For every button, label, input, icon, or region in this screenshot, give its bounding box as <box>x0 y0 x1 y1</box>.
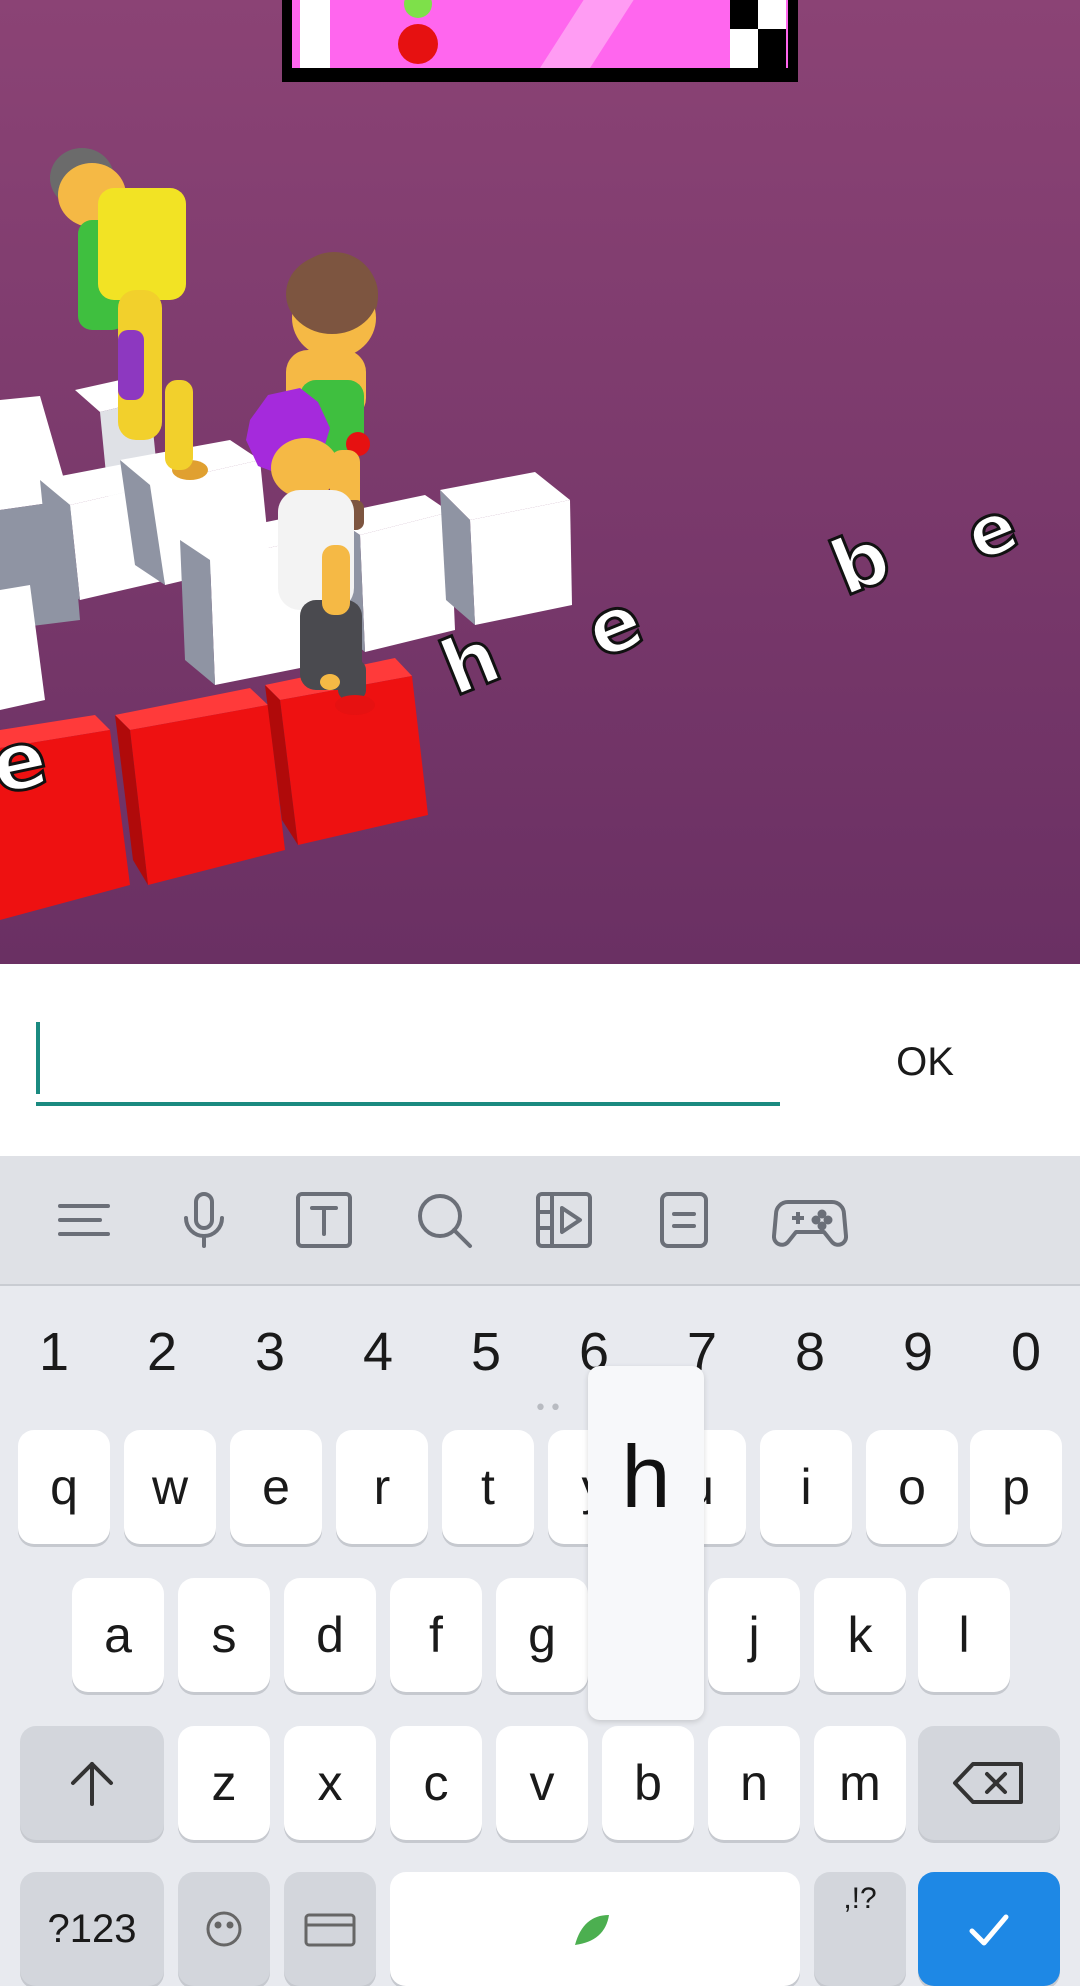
text-cursor <box>36 1022 40 1094</box>
key-v[interactable]: v <box>496 1726 588 1840</box>
key-i[interactable]: i <box>760 1430 852 1544</box>
key-s[interactable]: s <box>178 1578 270 1692</box>
key-q[interactable]: q <box>18 1430 110 1544</box>
key-k[interactable]: k <box>814 1578 906 1692</box>
emoji-key[interactable] <box>178 1872 270 1986</box>
number-key[interactable]: 2 <box>112 1306 212 1398</box>
microphone-icon[interactable] <box>172 1188 236 1252</box>
menu-icon[interactable] <box>52 1188 116 1252</box>
key-x[interactable]: x <box>284 1726 376 1840</box>
answer-input[interactable] <box>36 1018 780 1106</box>
shift-key[interactable] <box>20 1726 164 1840</box>
key-r[interactable]: r <box>336 1430 428 1544</box>
number-key[interactable]: 9 <box>868 1306 968 1398</box>
key-d[interactable]: d <box>284 1578 376 1692</box>
number-key[interactable]: 5 <box>436 1306 536 1398</box>
key-w[interactable]: w <box>124 1430 216 1544</box>
space-key[interactable] <box>390 1872 800 1986</box>
drag-handle: •• <box>534 1396 564 1421</box>
key-g[interactable]: g <box>496 1578 588 1692</box>
number-key[interactable]: 4 <box>328 1306 428 1398</box>
key-t[interactable]: t <box>442 1430 534 1544</box>
key-p[interactable]: p <box>970 1430 1062 1544</box>
key-preview-popup: h <box>588 1366 704 1720</box>
game-canvas: e h e b e <box>0 0 1080 964</box>
key-l[interactable]: l <box>918 1578 1010 1692</box>
key-b[interactable]: b <box>602 1726 694 1840</box>
text-format-icon[interactable] <box>292 1188 356 1252</box>
key-j[interactable]: j <box>708 1578 800 1692</box>
symbols-key[interactable]: ?123 <box>20 1872 164 1986</box>
language-key[interactable] <box>284 1872 376 1986</box>
number-key[interactable]: 8 <box>760 1306 860 1398</box>
media-icon[interactable] <box>532 1188 596 1252</box>
player-progress-marker <box>398 24 438 64</box>
key-a[interactable]: a <box>72 1578 164 1692</box>
ok-button[interactable]: OK <box>880 1032 970 1092</box>
leaf-icon <box>575 1915 609 1945</box>
key-o[interactable]: o <box>866 1430 958 1544</box>
key-c[interactable]: c <box>390 1726 482 1840</box>
enter-key[interactable] <box>918 1872 1060 1986</box>
gamepad-icon[interactable] <box>772 1188 848 1252</box>
game-scene: e h e b e <box>0 0 1080 964</box>
emoji-icon <box>206 1911 242 1947</box>
key-e[interactable]: e <box>230 1430 322 1544</box>
number-key[interactable]: 0 <box>976 1306 1076 1398</box>
key-n[interactable]: n <box>708 1726 800 1840</box>
clipboard-icon[interactable] <box>652 1188 716 1252</box>
checkmark-icon <box>969 1914 1009 1946</box>
keyboard-toolbar <box>0 1156 1080 1286</box>
backspace-key[interactable] <box>918 1726 1060 1840</box>
search-icon[interactable] <box>412 1188 476 1252</box>
soft-keyboard: 1 2 3 4 5 6 7 8 9 0 q w e r t y u i o p … <box>0 1286 1080 1986</box>
backspace-icon <box>953 1762 1023 1804</box>
race-progress-bar <box>282 0 798 82</box>
keyboard-language-icon <box>304 1913 356 1947</box>
shift-arrow-icon <box>71 1762 113 1806</box>
key-m[interactable]: m <box>814 1726 906 1840</box>
number-key[interactable]: 3 <box>220 1306 320 1398</box>
key-f[interactable]: f <box>390 1578 482 1692</box>
number-key[interactable]: 1 <box>4 1306 104 1398</box>
punctuation-key[interactable]: ,!? <box>814 1872 906 1986</box>
key-z[interactable]: z <box>178 1726 270 1840</box>
